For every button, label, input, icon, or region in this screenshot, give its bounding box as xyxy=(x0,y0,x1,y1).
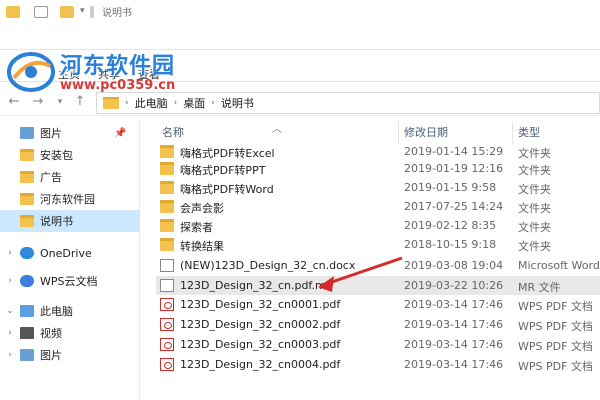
file-row[interactable]: 嗨格式PDF转Word 2019-01-15 9:58 文件夹 xyxy=(156,178,600,197)
sidebar-item-pictures-2[interactable]: › 图片 xyxy=(0,344,140,366)
folder-icon xyxy=(103,97,119,109)
watermark-logo xyxy=(7,52,55,92)
folder-icon xyxy=(160,162,174,175)
folder-icon xyxy=(20,171,34,183)
breadcrumb-manual[interactable]: 说明书 xyxy=(221,95,254,111)
chevron-right-icon[interactable]: › xyxy=(4,248,16,258)
sidebar-item-manual[interactable]: 说明书 xyxy=(0,210,140,232)
up-arrow-icon[interactable]: ↑ xyxy=(72,94,88,110)
document-icon xyxy=(160,259,174,272)
sort-chevron-up-icon[interactable]: ︿ xyxy=(272,120,282,135)
sidebar-item-hedong[interactable]: 河东软件园 xyxy=(0,188,140,210)
pdf-icon xyxy=(160,338,174,351)
window-title: 说明书 xyxy=(102,8,132,19)
cloud-icon xyxy=(20,247,34,259)
folder-icon xyxy=(160,238,174,251)
separator-icon xyxy=(90,6,94,18)
file-list: 名称 修改日期 类型 嗨格式PDF转Excel 2019-01-14 15:29… xyxy=(142,118,600,400)
file-row-highlighted[interactable]: 123D_Design_32_cn.pdf.mr 2019-03-22 10:2… xyxy=(156,276,600,295)
folder-icon xyxy=(20,149,34,161)
file-row[interactable]: 123D_Design_32_cn0004.pdf 2019-03-14 17:… xyxy=(156,355,600,374)
file-row[interactable]: 123D_Design_32_cn0001.pdf 2019-03-14 17:… xyxy=(156,295,600,314)
chevron-right-icon[interactable]: › xyxy=(4,350,16,360)
folder-icon xyxy=(160,219,174,232)
file-row[interactable]: 123D_Design_32_cn0002.pdf 2019-03-14 17:… xyxy=(156,315,600,334)
folder-icon xyxy=(160,145,174,158)
chevron-down-icon[interactable]: ▾ xyxy=(80,6,90,18)
chevron-right-icon[interactable]: › xyxy=(125,98,129,108)
folder-icon[interactable] xyxy=(6,6,20,18)
sidebar-item-videos[interactable]: › 视频 xyxy=(0,322,140,344)
sidebar-item-ads[interactable]: 广告 xyxy=(0,166,140,188)
file-row[interactable]: 转换结果 2018-10-15 9:18 文件夹 xyxy=(156,235,600,254)
file-row[interactable]: 会声会影 2017-07-25 14:24 文件夹 xyxy=(156,197,600,216)
sidebar-item-onedrive[interactable]: › OneDrive xyxy=(0,242,140,264)
chevron-right-icon[interactable]: › xyxy=(4,276,16,286)
chevron-down-icon[interactable]: ▾ xyxy=(52,94,68,110)
pdf-icon xyxy=(160,358,174,371)
pictures-icon xyxy=(20,127,34,139)
chevron-right-icon[interactable]: › xyxy=(211,98,215,108)
computer-icon xyxy=(20,305,34,317)
pictures-icon xyxy=(20,349,34,361)
file-row[interactable]: 探索者 2019-02-12 8:35 文件夹 xyxy=(156,216,600,235)
folder-icon xyxy=(20,193,34,205)
properties-icon[interactable] xyxy=(34,6,48,18)
folder-icon xyxy=(160,200,174,213)
folder-icon xyxy=(160,181,174,194)
sidebar-item-this-pc[interactable]: ⌄ 此电脑 xyxy=(0,300,140,322)
document-icon xyxy=(160,279,174,292)
chevron-down-icon[interactable]: ⌄ xyxy=(4,306,16,316)
chevron-right-icon[interactable]: › xyxy=(174,98,178,108)
sidebar-item-pictures[interactable]: 图片 📌 xyxy=(0,122,140,144)
file-row[interactable]: 嗨格式PDF转PPT 2019-01-19 12:16 文件夹 xyxy=(156,159,600,178)
forward-arrow-icon[interactable]: → xyxy=(30,94,46,110)
pdf-icon xyxy=(160,318,174,331)
chevron-right-icon[interactable]: › xyxy=(4,328,16,338)
title-bar: ▾ 说明书 xyxy=(0,0,600,50)
folder-icon xyxy=(20,215,34,227)
wps-cloud-icon xyxy=(20,275,34,287)
sidebar-item-wps-cloud[interactable]: › WPS云文档 xyxy=(0,270,140,292)
address-bar[interactable]: › 此电脑 › 桌面 › 说明书 xyxy=(96,92,600,114)
sidebar-item-installers[interactable]: 安装包 xyxy=(0,144,140,166)
breadcrumb-desktop[interactable]: 桌面 xyxy=(183,95,205,111)
file-row[interactable]: 123D_Design_32_cn0003.pdf 2019-03-14 17:… xyxy=(156,335,600,354)
new-folder-icon[interactable] xyxy=(60,6,74,18)
pdf-icon xyxy=(160,298,174,311)
column-divider[interactable] xyxy=(398,122,399,144)
back-arrow-icon[interactable]: ← xyxy=(6,94,22,110)
watermark-name: 河东软件园 xyxy=(60,53,176,79)
video-icon xyxy=(20,327,34,339)
column-divider[interactable] xyxy=(512,122,513,144)
file-row[interactable]: (NEW)123D_Design_32_cn.docx 2019-03-08 1… xyxy=(156,256,600,275)
breadcrumb-this-pc[interactable]: 此电脑 xyxy=(135,95,168,111)
pin-icon[interactable]: 📌 xyxy=(114,128,126,139)
navigation-pane: 图片 📌 安装包 广告 河东软件园 说明书 › OneDrive › WPS云文… xyxy=(0,118,140,400)
